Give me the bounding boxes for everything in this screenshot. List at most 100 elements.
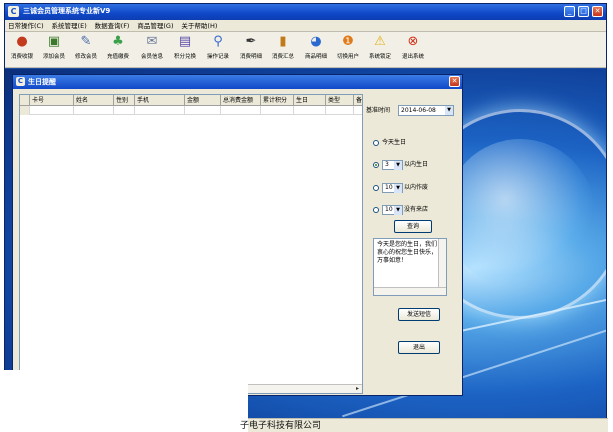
dialog-icon: C	[16, 77, 25, 86]
days-select-expire[interactable]: 10 ▼	[382, 182, 403, 193]
toolbar: ● 消费收银 ▣ 添加会员 ✎ 修改会员 ♣ 充值缴费 ✉ 会员信息 ▤ 积分兑换 ⚲ 操作记…	[5, 32, 606, 68]
toolbar-label: 商品明细	[304, 54, 327, 60]
menu-goods[interactable]: 商品管理(G)	[134, 20, 176, 32]
radio-dot[interactable]	[373, 139, 379, 146]
send-sms-button[interactable]: 发送短信	[398, 308, 440, 321]
sms-message-textarea[interactable]: 今天是您的生日，我们衷心的祝您生日快乐，万事如意！	[373, 238, 447, 296]
radio-no-visit[interactable]: 10 ▼ 没有来店	[373, 204, 463, 215]
toolbar-button-cashier[interactable]: ● 消费收银	[6, 34, 38, 66]
toolbar-button-add-member[interactable]: ▣ 添加会员	[38, 34, 70, 66]
menu-help[interactable]: 关于帮助(H)	[178, 20, 220, 32]
days-value: 10	[385, 205, 393, 213]
col-amount[interactable]: 金额	[185, 95, 221, 106]
birthday-reminder-dialog: C 生日提醒 ✕ 卡号 姓名 性别 手机 金额 总消费金额 累计积分 生日 类型…	[12, 74, 463, 396]
filter-panel: 基准时间 2014-06-08 ▼ 今天生日 3 ▼ 以内生日 10 ▼ 以内作废 10…	[366, 94, 460, 394]
cashier-icon: ●	[16, 34, 28, 49]
base-time-label: 基准时间	[366, 107, 391, 114]
company-name: 子电子科技有限公司	[240, 421, 322, 431]
toolbar-label: 消费明细	[239, 54, 262, 60]
sms-message-text: 今天是您的生日，我们衷心的祝您生日快乐，万事如意！	[377, 241, 438, 264]
toolbar-label: 添加会员	[42, 54, 65, 60]
radio-label: 今天生日	[382, 139, 407, 146]
toolbar-button-consumption-summary[interactable]: ▮ 消费汇总	[267, 34, 299, 66]
col-total-consumption[interactable]: 总消费金额	[221, 95, 261, 106]
toolbar-button-edit-member[interactable]: ✎ 修改会员	[70, 34, 102, 66]
warning-icon: ⚠	[374, 34, 386, 49]
close-button[interactable]: ✕	[592, 6, 603, 17]
menu-system[interactable]: 系统管理(E)	[49, 20, 90, 32]
add-member-icon: ▣	[47, 34, 61, 49]
grid-row-indicator-header	[20, 95, 30, 106]
radio-label: 以内作废	[404, 184, 429, 191]
toolbar-button-consumption-detail[interactable]: ✒ 消费明细	[235, 34, 267, 66]
chevron-down-icon[interactable]: ▼	[394, 205, 402, 215]
member-info-icon: ✉	[146, 34, 158, 49]
toolbar-label: 消费收银	[10, 54, 33, 60]
col-birthday[interactable]: 生日	[294, 95, 326, 106]
exit-button[interactable]: 退出	[398, 341, 440, 354]
points-exchange-icon: ▤	[178, 34, 192, 49]
col-card-number[interactable]: 卡号	[30, 95, 74, 106]
days-select-no-visit[interactable]: 10 ▼	[382, 204, 403, 215]
base-time-value: 2014-06-08	[401, 107, 436, 114]
maximize-button[interactable]: □	[578, 6, 590, 17]
white-overlay	[0, 370, 248, 432]
dialog-close-button[interactable]: ✕	[449, 76, 460, 87]
radio-label: 没有来店	[404, 206, 429, 213]
toolbar-label: 修改会员	[74, 54, 97, 60]
app-title: 三诚会员管理系统专业新V9	[23, 7, 111, 15]
toolbar-button-system-lock[interactable]: ⚠ 系统锁定	[364, 34, 396, 66]
toolbar-label: 积分兑换	[173, 54, 196, 60]
menu-query[interactable]: 数据查询(F)	[92, 20, 133, 32]
radio-today-birthday[interactable]: 今天生日	[373, 137, 463, 148]
minimize-button[interactable]: _	[564, 6, 576, 17]
toolbar-button-operation-log[interactable]: ⚲ 操作记录	[202, 34, 234, 66]
radio-label: 以内生日	[404, 161, 429, 168]
recharge-icon: ♣	[112, 34, 124, 49]
menu-daily[interactable]: 日常操作(C)	[5, 20, 47, 32]
chevron-down-icon[interactable]: ▼	[394, 183, 402, 193]
toolbar-label: 会员信息	[140, 54, 163, 60]
dialog-title: 生日提醒	[28, 78, 56, 86]
grid-header: 卡号 姓名 性别 手机 金额 总消费金额 累计积分 生日 类型 备	[20, 95, 362, 106]
radio-dot[interactable]	[373, 161, 379, 168]
toolbar-label: 消费汇总	[271, 54, 294, 60]
toolbar-label: 系统锁定	[368, 54, 391, 60]
radio-dot[interactable]	[373, 184, 379, 191]
horizontal-scrollbar[interactable]	[374, 287, 446, 295]
status-bar: 子电子科技有限公司	[240, 418, 608, 432]
radio-dot[interactable]	[373, 206, 379, 213]
switch-user-icon: ❶	[342, 34, 354, 49]
dialog-title-bar: C 生日提醒 ✕	[13, 75, 462, 89]
query-button[interactable]: 查询	[394, 220, 432, 233]
toolbar-button-switch-user[interactable]: ❶ 切换用户	[332, 34, 364, 66]
toolbar-button-member-info[interactable]: ✉ 会员信息	[136, 34, 168, 66]
col-total-points[interactable]: 累计积分	[261, 95, 294, 106]
col-name[interactable]: 姓名	[74, 95, 114, 106]
days-select-birthday[interactable]: 3 ▼	[382, 159, 403, 170]
toolbar-button-product-detail[interactable]: ◕ 商品明细	[300, 34, 332, 66]
chevron-down-icon[interactable]: ▼	[394, 160, 402, 170]
radio-within-birthday[interactable]: 3 ▼ 以内生日	[373, 159, 463, 170]
search-icon: ⚲	[213, 34, 223, 49]
consumption-detail-icon: ✒	[245, 34, 257, 49]
toolbar-button-points-exchange[interactable]: ▤ 积分兑换	[169, 34, 201, 66]
toolbar-button-exit[interactable]: ⊗ 退出系统	[397, 34, 429, 66]
col-mobile[interactable]: 手机	[135, 95, 185, 106]
toolbar-label: 充值缴费	[106, 54, 129, 60]
days-value: 10	[385, 183, 393, 191]
radio-within-expire[interactable]: 10 ▼ 以内作废	[373, 182, 463, 193]
col-gender[interactable]: 性别	[114, 95, 135, 106]
base-time-select[interactable]: 2014-06-08 ▼	[398, 105, 454, 116]
exit-icon: ⊗	[407, 34, 419, 49]
col-type[interactable]: 类型	[326, 95, 354, 106]
col-remark[interactable]: 备	[354, 95, 362, 106]
toolbar-label: 操作记录	[206, 54, 229, 60]
toolbar-label: 切换用户	[336, 54, 359, 60]
toolbar-button-recharge[interactable]: ♣ 充值缴费	[102, 34, 134, 66]
chevron-down-icon[interactable]: ▼	[445, 106, 453, 115]
scroll-right-icon[interactable]: ▸	[353, 385, 362, 393]
decor-orb	[445, 139, 595, 289]
table-row[interactable]	[20, 106, 362, 115]
member-grid[interactable]: 卡号 姓名 性别 手机 金额 总消费金额 累计积分 生日 类型 备 ▸	[19, 94, 363, 394]
